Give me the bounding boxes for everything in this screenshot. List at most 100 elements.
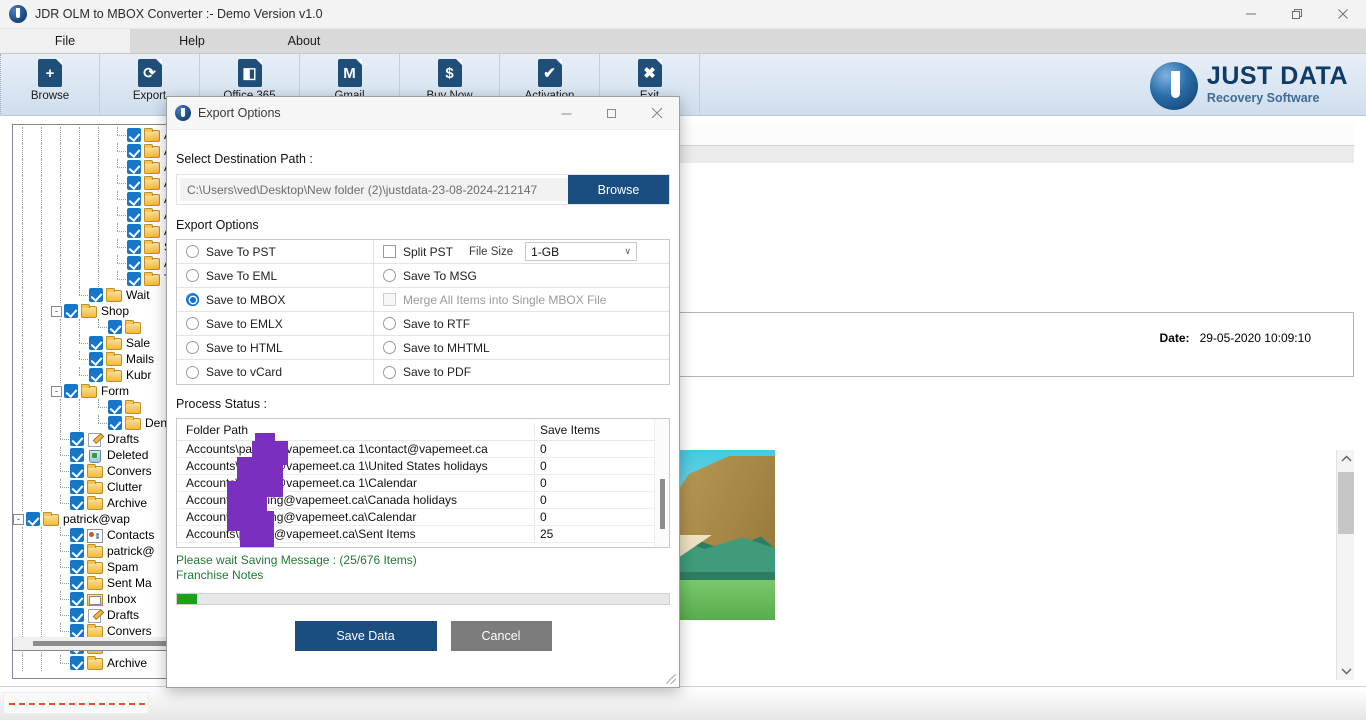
chevron-down-icon[interactable] <box>1337 662 1355 680</box>
tree-checkbox[interactable] <box>127 128 141 142</box>
tree-guide <box>51 415 70 431</box>
tree-guide <box>108 207 127 223</box>
browse-button[interactable]: Browse <box>568 175 669 204</box>
tree-scroll-thumb[interactable] <box>33 641 173 646</box>
tree-checkbox[interactable] <box>64 304 78 318</box>
tree-checkbox[interactable] <box>70 576 84 590</box>
export-option-left-label: Save to HTML <box>206 340 283 355</box>
export-option-left[interactable]: Save to MBOX <box>177 288 374 311</box>
toolbar-button-browse[interactable]: + Browse <box>0 54 100 114</box>
tree-expander-icon[interactable]: - <box>51 305 62 317</box>
radio-save-to-mbox[interactable] <box>186 293 199 306</box>
tree-checkbox[interactable] <box>70 480 84 494</box>
process-status-scrollbar[interactable] <box>654 419 669 547</box>
tree-checkbox[interactable] <box>127 160 141 174</box>
tree-checkbox[interactable] <box>108 320 122 334</box>
export-option-left[interactable]: Save to vCard <box>177 360 374 384</box>
tree-checkbox[interactable] <box>70 592 84 606</box>
file-size-select[interactable]: 1-GB ∨ <box>525 242 638 261</box>
tree-guide <box>89 159 108 175</box>
minimize-icon[interactable] <box>1228 0 1274 29</box>
tree-checkbox[interactable] <box>64 384 78 398</box>
close-icon[interactable] <box>634 97 679 130</box>
radio-save-to-pdf[interactable] <box>383 365 396 379</box>
radio-save-to-rtf[interactable] <box>383 317 396 330</box>
cancel-button[interactable]: Cancel <box>450 621 552 651</box>
save-data-button[interactable]: Save Data <box>294 621 437 651</box>
export-option-left[interactable]: Save To PST <box>177 240 374 263</box>
tree-checkbox[interactable] <box>70 624 84 638</box>
tree-checkbox[interactable] <box>127 240 141 254</box>
tree-checkbox[interactable] <box>70 464 84 478</box>
tree-checkbox[interactable] <box>127 256 141 270</box>
tree-checkbox[interactable] <box>127 208 141 222</box>
close-icon[interactable] <box>1320 0 1366 29</box>
tree-guide <box>70 335 89 351</box>
export-option-left[interactable]: Save to EMLX <box>177 312 374 335</box>
tree-checkbox[interactable] <box>89 336 103 350</box>
dialog-resize-grip[interactable] <box>666 674 676 684</box>
tree-checkbox[interactable] <box>127 224 141 238</box>
export-option-right[interactable]: Merge All Items into Single MBOX File <box>374 288 669 311</box>
checkbox-merge-all-items-into-single-mbox-file[interactable] <box>383 293 396 306</box>
export-option-right[interactable]: Save to MHTML <box>374 336 669 359</box>
export-option-right[interactable]: Split PST File Size 1-GB ∨ <box>374 240 669 263</box>
tree-guide <box>51 287 70 303</box>
tree-guide <box>70 223 89 239</box>
tree-checkbox[interactable] <box>26 512 40 526</box>
destination-path-input[interactable] <box>180 178 568 201</box>
radio-save-to-vcard[interactable] <box>186 365 199 379</box>
menu-item-about[interactable]: About <box>254 29 354 53</box>
menu-item-help[interactable]: Help <box>130 29 254 53</box>
tree-checkbox[interactable] <box>127 144 141 158</box>
tree-checkbox[interactable] <box>127 176 141 190</box>
restore-icon[interactable] <box>1274 0 1320 29</box>
chevron-up-icon[interactable] <box>1337 450 1355 468</box>
file-size-value: 1-GB <box>531 244 560 259</box>
radio-save-to-pst[interactable] <box>186 245 199 258</box>
status-progress-chip <box>3 692 149 714</box>
radio-save-to-msg[interactable] <box>383 269 396 282</box>
radio-save-to-html[interactable] <box>186 341 199 354</box>
process-scroll-thumb[interactable] <box>660 479 665 529</box>
export-option-right[interactable]: Save To MSG <box>374 264 669 287</box>
tree-checkbox[interactable] <box>70 544 84 558</box>
preview-scroll-thumb[interactable] <box>1338 472 1354 534</box>
tree-checkbox[interactable] <box>127 192 141 206</box>
tree-checkbox[interactable] <box>70 560 84 574</box>
tree-checkbox[interactable] <box>70 496 84 510</box>
tree-guide <box>13 479 32 495</box>
minimize-icon[interactable] <box>544 97 589 130</box>
export-option-right[interactable]: Save to PDF <box>374 360 669 384</box>
tree-checkbox[interactable] <box>70 448 84 462</box>
radio-save-to-eml[interactable] <box>186 269 199 282</box>
tree-checkbox[interactable] <box>70 432 84 446</box>
maximize-icon[interactable] <box>589 97 634 130</box>
tree-checkbox[interactable] <box>70 656 84 670</box>
preview-vertical-scrollbar[interactable] <box>1336 450 1354 680</box>
tree-checkbox[interactable] <box>70 608 84 622</box>
menu-item-file[interactable]: File <box>0 29 130 53</box>
tree-expander-icon[interactable]: - <box>51 385 62 397</box>
tree-checkbox[interactable] <box>70 528 84 542</box>
radio-save-to-emlx[interactable] <box>186 317 199 330</box>
export-option-left[interactable]: Save to HTML <box>177 336 374 359</box>
chevron-down-icon[interactable]: ∨ <box>625 246 632 257</box>
application-window: JDR OLM to MBOX Converter :- Demo Versio… <box>0 0 1366 720</box>
tree-guide <box>89 175 108 191</box>
tree-checkbox[interactable] <box>89 288 103 302</box>
checkbox-split-pst[interactable] <box>383 245 396 258</box>
radio-save-to-mhtml[interactable] <box>383 341 396 354</box>
tree-guide <box>108 271 127 287</box>
tree-checkbox[interactable] <box>108 416 122 430</box>
tree-checkbox[interactable] <box>108 400 122 414</box>
tree-checkbox[interactable] <box>127 272 141 286</box>
tree-checkbox[interactable] <box>89 352 103 366</box>
export-option-left[interactable]: Save To EML <box>177 264 374 287</box>
tree-expander-icon[interactable]: - <box>13 513 24 525</box>
export-option-left-label: Save to EMLX <box>206 316 283 331</box>
process-status-row: Accounts\patrick@vapemeet.ca 1\contact@v… <box>177 441 669 458</box>
tree-item-label: Inbox <box>107 592 137 606</box>
export-option-right[interactable]: Save to RTF <box>374 312 669 335</box>
tree-checkbox[interactable] <box>89 368 103 382</box>
